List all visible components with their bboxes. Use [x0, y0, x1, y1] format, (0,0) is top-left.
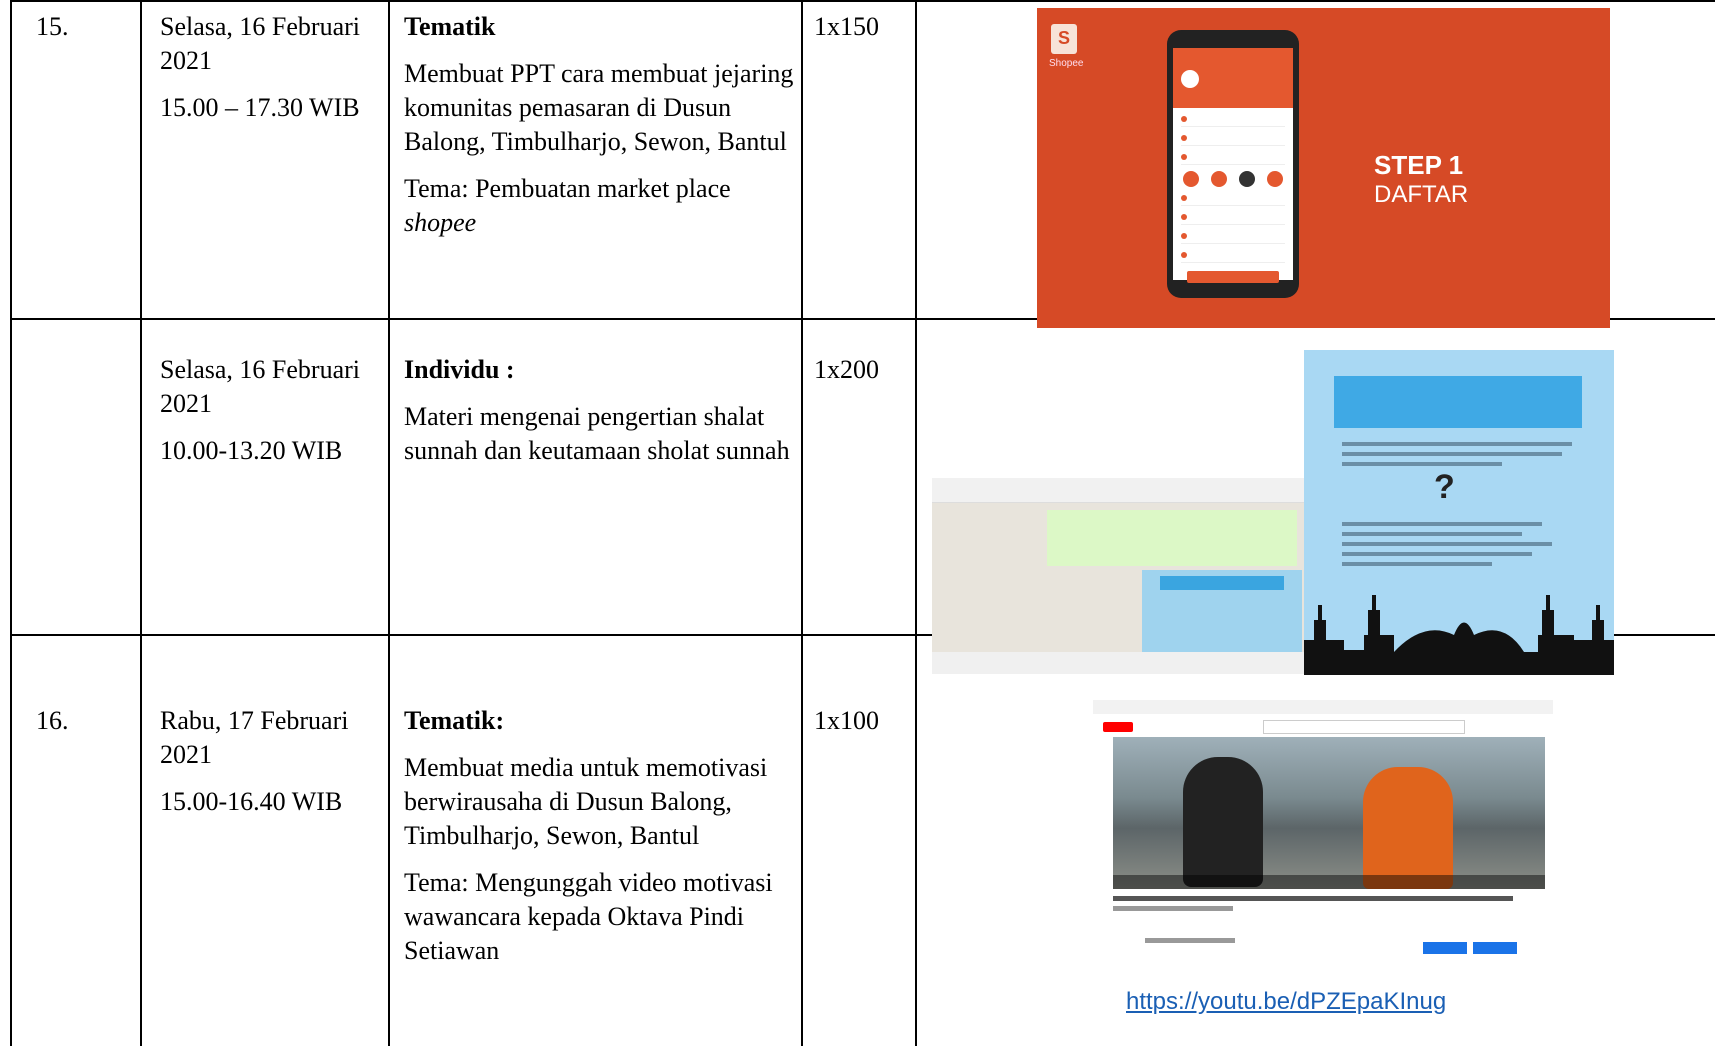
video-controls: [1113, 875, 1545, 889]
row-number: 15.: [36, 12, 69, 41]
chat-bubble: [1047, 510, 1297, 566]
activity-theme: Tema: Mengunggah video motivasi wawancar…: [404, 868, 773, 965]
poster-text-line: [1342, 462, 1502, 466]
interviewee-figure: [1183, 757, 1263, 887]
activity-kind: Tematik:: [404, 706, 505, 735]
youtube-search-box: [1263, 720, 1465, 734]
col-divider: [10, 0, 12, 1046]
edit-video-button: [1473, 942, 1517, 954]
poster-list-line: [1342, 562, 1492, 566]
shopee-bag-icon: [1051, 24, 1077, 54]
menu-row: [1181, 250, 1285, 263]
col-divider: [388, 0, 390, 1046]
date-cell: Rabu, 17 Februari 2021 15.00-16.40 WIB: [160, 704, 370, 832]
poster-list-line: [1342, 542, 1552, 546]
activity-theme: Tema: Pembuatan market place shopee: [404, 172, 794, 240]
col-divider: [915, 0, 917, 1046]
phone-screen: [1173, 48, 1293, 283]
menu-row: [1181, 212, 1285, 225]
interviewer-figure: [1363, 767, 1453, 889]
youtube-link[interactable]: https://youtu.be/dPZEpaKInug: [1126, 988, 1446, 1016]
chat-input-bar: [932, 652, 1306, 674]
quantity-cell: 1x200: [814, 355, 879, 384]
col-divider: [140, 0, 142, 1046]
quantity-cell: 1x150: [814, 12, 879, 41]
whatsapp-screenshot: [932, 478, 1306, 674]
shopee-step-image: Shopee STEP 1 DAFTAR: [1037, 8, 1610, 328]
activity-kind: Tematik: [404, 12, 496, 41]
phone-header: [1173, 48, 1293, 108]
poster-thumbnail-banner: [1160, 576, 1284, 590]
analytics-button: [1423, 942, 1467, 954]
activity-cell: Individu : Materi mengenai pengertian sh…: [404, 353, 794, 481]
col-divider: [801, 0, 803, 1046]
activity-description: Membuat media untuk memotivasi berwiraus…: [404, 753, 768, 850]
menu-row: [1181, 193, 1285, 206]
shared-poster-thumbnail: [1142, 570, 1302, 662]
avatar-icon: [1181, 70, 1199, 88]
question-mark-icon: ?: [1434, 468, 1455, 506]
mosque-silhouette: [1304, 595, 1614, 675]
date-text: Rabu, 17 Februari 2021: [160, 706, 349, 769]
date-text: Selasa, 16 Februari 2021: [160, 12, 361, 75]
poster-text-line: [1342, 442, 1572, 446]
video-title-line: [1113, 896, 1513, 901]
poster-banner: [1334, 376, 1582, 428]
register-bar: [1187, 271, 1279, 283]
shalat-sunnah-poster: ?: [1304, 350, 1614, 675]
browser-address-bar: [1093, 700, 1553, 714]
menu-row: [1181, 231, 1285, 244]
circle-icon: [1183, 171, 1199, 187]
video-meta-line: [1113, 906, 1233, 911]
step-title: STEP 1: [1374, 150, 1464, 180]
youtube-screenshot: [1093, 700, 1553, 962]
menu-row: [1181, 152, 1285, 165]
phone-mockup: [1167, 30, 1299, 298]
activity-cell: Tematik: Membuat media untuk memotivasi …: [404, 704, 794, 981]
circle-icon: [1211, 171, 1227, 187]
row-number: 16.: [36, 706, 69, 735]
date-text: Selasa, 16 Februari 2021: [160, 355, 361, 418]
circle-icon: [1267, 171, 1283, 187]
time-text: 15.00 – 17.30 WIB: [160, 93, 360, 122]
step-subtitle: DAFTAR: [1374, 181, 1469, 208]
theme-text: Tema: Pembuatan market place: [404, 174, 731, 203]
table-border-top: [10, 0, 1715, 2]
menu-row: [1181, 133, 1285, 146]
chat-header: [932, 478, 1306, 503]
youtube-logo-icon: [1103, 722, 1133, 732]
activity-description: Membuat PPT cara membuat jejaring komuni…: [404, 59, 794, 156]
date-cell: Selasa, 16 Februari 2021 10.00-13.20 WIB: [160, 353, 370, 481]
menu-row: [1181, 114, 1285, 127]
poster-list-line: [1342, 532, 1522, 536]
shopee-brand-text: Shopee: [1049, 58, 1084, 69]
poster-list-line: [1342, 522, 1542, 526]
status-icons: [1177, 171, 1289, 187]
time-text: 10.00-13.20 WIB: [160, 436, 343, 465]
channel-line: [1145, 938, 1235, 943]
activity-description: Materi mengenai pengertian shalat sunnah…: [404, 402, 790, 465]
video-frame: [1113, 737, 1545, 889]
quantity-cell: 1x100: [814, 706, 879, 735]
circle-icon: [1239, 171, 1255, 187]
activity-cell: Tematik Membuat PPT cara membuat jejarin…: [404, 10, 794, 253]
time-text: 15.00-16.40 WIB: [160, 787, 343, 816]
poster-list-line: [1342, 552, 1532, 556]
poster-text-line: [1342, 452, 1562, 456]
activity-kind: Individu :: [404, 355, 515, 384]
date-cell: Selasa, 16 Februari 2021 15.00 – 17.30 W…: [160, 10, 370, 138]
theme-italic: shopee: [404, 208, 477, 237]
